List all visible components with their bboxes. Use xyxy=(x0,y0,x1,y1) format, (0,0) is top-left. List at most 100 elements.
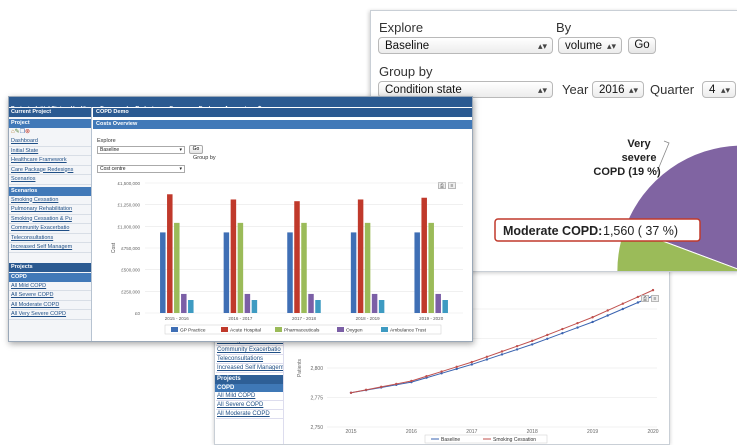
x-tick-label: 2016 - 2017 xyxy=(228,316,253,321)
current-project-header: Current Project xyxy=(9,108,91,117)
nav-initial-state[interactable]: Initial State xyxy=(9,147,91,156)
series-point xyxy=(485,358,489,361)
series-point xyxy=(500,353,504,356)
series-point xyxy=(515,344,519,348)
series-point xyxy=(621,307,624,311)
project-header: Project xyxy=(9,119,91,128)
project-link[interactable]: All Moderate COPD xyxy=(9,301,91,310)
projects-header: Projects xyxy=(215,375,283,384)
bar xyxy=(421,197,427,313)
project-link[interactable]: All Very Severe COPD xyxy=(9,310,91,320)
pie-tooltip-name: Moderate COPD: xyxy=(503,224,602,238)
pie-label: severe xyxy=(622,152,657,164)
series-point xyxy=(425,375,428,378)
y-tick-label: £1,500,000 xyxy=(117,181,140,186)
bar xyxy=(364,222,371,313)
bar xyxy=(315,300,321,313)
series-point xyxy=(515,348,519,351)
y-tick-label: 2,775 xyxy=(310,396,323,402)
series-point xyxy=(636,301,640,304)
delete-icon[interactable]: ⊗ xyxy=(25,129,30,135)
scenario-link[interactable]: Community Exacerbatio xyxy=(9,224,91,234)
series-point xyxy=(395,382,398,386)
bar-chart-svg: £0 £250,000 £500,000 £750,000 £1,000,000 £1,2… xyxy=(111,181,463,335)
legend-swatch xyxy=(171,327,178,332)
y-tick-label: £0 xyxy=(135,311,141,316)
series-point xyxy=(591,320,594,324)
nav-healthcare-framework[interactable]: Healthcare Framework xyxy=(9,156,91,166)
legend-label: GP Practice xyxy=(180,328,206,334)
x-tick-label: 2020 xyxy=(647,429,658,435)
projects-sub-header[interactable]: COPD xyxy=(215,384,283,392)
x-tick-label: 2015 xyxy=(345,429,356,435)
legend-swatch xyxy=(337,327,344,332)
scenarios-header: Scenarios xyxy=(9,186,91,196)
series-point xyxy=(576,321,579,325)
series-point xyxy=(500,350,504,353)
bar xyxy=(251,300,258,313)
y-tick-label: £1,000,000 xyxy=(117,224,140,229)
project-toolbar: ⌂✎❐⊗ xyxy=(9,128,91,137)
scenario-link[interactable]: Pulmonary Rehabilitation xyxy=(9,205,91,215)
print-icon[interactable]: ⎙ xyxy=(641,295,649,302)
series-point xyxy=(410,379,413,383)
bar xyxy=(223,232,230,313)
bar xyxy=(244,293,251,313)
projects-header: Projects xyxy=(9,262,91,272)
series-point xyxy=(364,388,368,392)
x-tick-label: 2019 - 2020 xyxy=(419,316,444,321)
x-tick-label: 2016 xyxy=(406,429,417,435)
series-point xyxy=(606,314,609,317)
y-axis-label: Cost xyxy=(111,242,117,253)
series-point xyxy=(470,363,473,366)
main-panel: COPD Demo Costs Overview Explore Baselin… xyxy=(93,107,472,341)
x-tick-label: 2018 xyxy=(527,429,538,435)
legend-swatch xyxy=(221,327,228,332)
series-point xyxy=(455,367,458,371)
project-link[interactable]: All Severe COPD xyxy=(9,291,91,301)
pie-tooltip-value: 1,560 ( 37 %) xyxy=(603,224,678,238)
project-link[interactable]: All Severe COPD xyxy=(216,401,283,410)
bar xyxy=(287,232,293,313)
bar xyxy=(435,293,441,313)
series-point xyxy=(531,343,534,346)
legend-label: Acute Hospital xyxy=(230,328,261,334)
nav-dashboard[interactable]: Dashboard xyxy=(9,137,91,147)
series-point xyxy=(349,391,353,394)
bar xyxy=(294,201,300,313)
scenario-link[interactable]: Increased Self Managem xyxy=(9,243,91,253)
bar xyxy=(378,300,385,313)
scenario-link[interactable]: Community Exacerbatio xyxy=(216,346,283,355)
y-tick-label: 2,800 xyxy=(310,366,323,372)
bar xyxy=(160,232,166,313)
series-point xyxy=(606,309,609,312)
project-link[interactable]: All Mild COPD xyxy=(9,282,91,291)
project-link[interactable]: All Moderate COPD xyxy=(216,410,283,419)
scenario-link[interactable]: Smoking Cessation & Pu xyxy=(9,215,91,224)
nav-care-package-redesigns[interactable]: Care Package Redesigns xyxy=(9,166,91,175)
x-tick-label: 2017 - 2018 xyxy=(292,316,317,321)
scenario-link[interactable]: Teleconsultations xyxy=(9,234,91,243)
project-link[interactable]: All Mild COPD xyxy=(216,392,283,401)
legend-swatch xyxy=(381,327,388,332)
x-tick-label: 2017 xyxy=(466,429,477,435)
series-point xyxy=(561,327,564,331)
y-tick-label: £250,000 xyxy=(121,289,140,294)
nav-scenarios[interactable]: Scenarios xyxy=(9,175,91,185)
series-point xyxy=(636,295,640,299)
legend-label: Ambulance Trust xyxy=(390,328,427,334)
legend-label: Baseline xyxy=(441,437,460,443)
series-point xyxy=(576,326,579,329)
pie-label: COPD (19 %) xyxy=(593,166,661,178)
scenario-link[interactable]: Smoking Cessation xyxy=(9,196,91,205)
bar xyxy=(174,222,180,313)
export-icon[interactable]: ≡ xyxy=(651,295,659,302)
bar xyxy=(428,222,434,313)
series-point xyxy=(561,331,564,335)
scenario-link[interactable]: Teleconsultations xyxy=(216,355,283,364)
bar xyxy=(181,293,187,313)
projects-sub-header[interactable]: COPD xyxy=(9,272,91,282)
legend-label: Smoking Cessation xyxy=(493,437,536,443)
scenario-link[interactable]: Increased Self Managem xyxy=(216,364,283,373)
left-sidebar: Current Project Project ⌂✎❐⊗ Dashboard I… xyxy=(9,107,92,341)
